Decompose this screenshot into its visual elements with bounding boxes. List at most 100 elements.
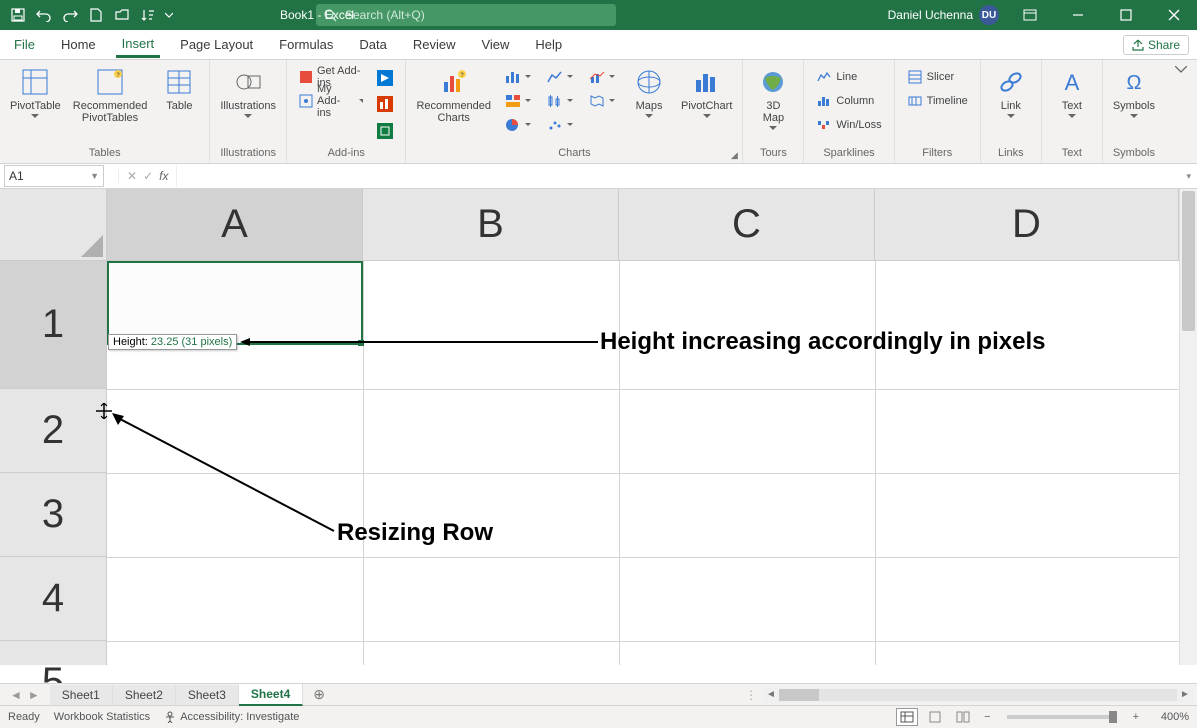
sparkline-line-button[interactable]: Line [812,66,885,88]
scatter-chart-button[interactable] [543,114,577,136]
collapse-ribbon-icon[interactable] [1165,60,1197,163]
enter-formula-icon[interactable]: ✓ [143,169,153,183]
status-bar: Ready Workbook Statistics Accessibility:… [0,705,1197,728]
pie-chart-button[interactable] [501,114,535,136]
pivotchart-button[interactable]: PivotChart [677,64,736,145]
sparkline-column-button[interactable]: Column [812,90,885,112]
user-account[interactable]: Daniel Uchenna DU [888,5,999,25]
sheet-tab[interactable]: Sheet1 [50,685,113,705]
sheet-tab[interactable]: Sheet4 [239,684,303,706]
maximize-button[interactable] [1103,0,1149,30]
redo-icon[interactable] [58,3,82,27]
sheet-tab[interactable]: Sheet3 [176,685,239,705]
illustrations-button[interactable]: Illustrations [216,64,280,145]
chevron-down-icon[interactable]: ▼ [90,171,99,181]
cancel-formula-icon[interactable]: ✕ [127,169,137,183]
tab-data[interactable]: Data [353,33,392,56]
line-chart-button[interactable] [543,66,577,88]
hierarchy-chart-button[interactable] [501,90,535,112]
sheet-nav: ◄ ► [0,688,50,702]
status-ready: Ready [8,711,40,723]
column-headers: A B C D [107,189,1179,261]
sheet-tab[interactable]: Sheet2 [113,685,176,705]
accessibility-button[interactable]: Accessibility: Investigate [164,711,299,723]
zoom-out-button[interactable]: − [980,711,994,723]
column-header-c[interactable]: C [619,189,875,260]
row-header-5[interactable]: 5 [0,641,106,683]
map-chart-button[interactable] [585,90,619,112]
tab-review[interactable]: Review [407,33,462,56]
formula-input[interactable] [176,165,1180,187]
sheet-nav-next[interactable]: ► [26,688,42,702]
save-icon[interactable] [6,3,30,27]
link-button[interactable]: Link [987,64,1035,145]
share-button[interactable]: Share [1123,35,1189,55]
visio-addin-icon[interactable] [375,120,397,142]
new-sheet-button[interactable]: ⊕ [303,686,335,703]
page-break-view-button[interactable] [952,708,974,726]
expand-formula-bar-icon[interactable]: ▾ [1180,171,1197,182]
normal-view-button[interactable] [896,708,918,726]
select-all-button[interactable] [0,189,107,261]
sparkline-winloss-button[interactable]: Win/Loss [812,114,885,136]
formula-bar: A1▼ ✕ ✓ fx ▾ [0,164,1197,189]
qat-customize-icon[interactable] [162,3,176,27]
zoom-slider[interactable] [1007,715,1117,719]
tab-help[interactable]: Help [529,33,568,56]
share-icon [1132,39,1144,51]
row-header-1[interactable]: 1 [0,261,106,389]
minimize-button[interactable] [1055,0,1101,30]
row-header-4[interactable]: 4 [0,557,106,641]
new-file-icon[interactable] [84,3,108,27]
cells-area[interactable] [107,261,1179,665]
column-header-a[interactable]: A [107,189,363,260]
column-header-d[interactable]: D [875,189,1179,260]
tab-file[interactable]: File [8,33,41,56]
row-header-3[interactable]: 3 [0,473,106,557]
3d-map-button[interactable]: 3D Map [749,64,797,145]
column-header-b[interactable]: B [363,189,619,260]
tab-page-layout[interactable]: Page Layout [174,33,259,56]
tab-formulas[interactable]: Formulas [273,33,339,56]
charts-dialog-launcher[interactable]: ◢ [728,149,740,161]
group-tables: PivotTable ?Recommended PivotTables Tabl… [0,60,210,163]
combo-chart-button[interactable] [585,66,619,88]
undo-icon[interactable] [32,3,56,27]
horizontal-scrollbar[interactable]: ◄► [763,687,1193,703]
text-button[interactable]: AText [1048,64,1096,145]
recommended-charts-button[interactable]: ?Recommended Charts [412,64,495,145]
close-button[interactable] [1151,0,1197,30]
sheet-nav-prev[interactable]: ◄ [8,688,24,702]
accessibility-icon [164,711,176,723]
row-header-2[interactable]: 2 [0,389,106,473]
zoom-in-button[interactable]: + [1129,711,1143,723]
vertical-scrollbar[interactable] [1179,189,1197,665]
maps-button[interactable]: Maps [625,64,673,145]
people-graph-addin-icon[interactable] [375,93,397,115]
fx-icon[interactable]: fx [159,169,168,183]
sort-icon[interactable] [136,3,160,27]
ribbon-display-options-icon[interactable] [1007,0,1053,30]
workbook-statistics-button[interactable]: Workbook Statistics [54,711,150,723]
group-charts: ?Recommended Charts Maps PivotChart Char… [406,60,743,163]
zoom-level[interactable]: 400% [1149,711,1189,723]
open-file-icon[interactable] [110,3,134,27]
pivottable-button[interactable]: PivotTable [6,64,65,145]
search-box[interactable]: Search (Alt+Q) [316,4,616,26]
slicer-button[interactable]: Slicer [903,66,972,88]
annotation-tooltip: Height increasing accordingly in pixels [600,328,1045,356]
my-addins-button[interactable]: My Add-ins [295,90,367,112]
tab-view[interactable]: View [475,33,515,56]
name-box[interactable]: A1▼ [4,165,104,187]
bing-maps-addin-icon[interactable] [375,67,397,89]
selected-cell[interactable] [107,261,363,345]
column-chart-button[interactable] [501,66,535,88]
page-layout-view-button[interactable] [924,708,946,726]
symbols-button[interactable]: ΩSymbols [1109,64,1159,145]
table-button[interactable]: Table [155,64,203,145]
statistic-chart-button[interactable] [543,90,577,112]
recommended-pivottables-button[interactable]: ?Recommended PivotTables [69,64,152,145]
timeline-button[interactable]: Timeline [903,90,972,112]
tab-home[interactable]: Home [55,33,102,56]
tab-insert[interactable]: Insert [116,32,161,58]
